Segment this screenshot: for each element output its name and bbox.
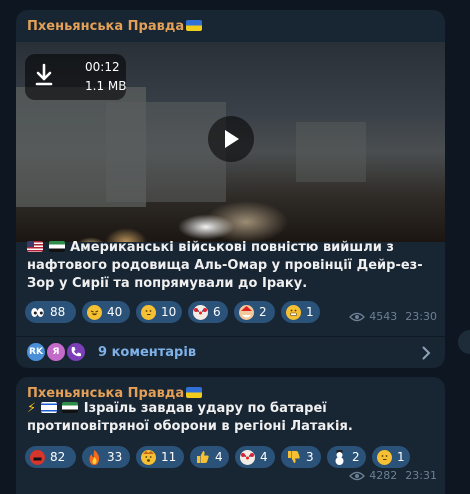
- reaction-count: 4: [215, 450, 223, 464]
- post-meta: 4543 23:30: [349, 310, 437, 323]
- reaction-count: 2: [352, 450, 360, 464]
- avatar-initials: Я: [52, 347, 60, 357]
- post-text: ⚡ Ізраїль завдав удару по батареї протип…: [27, 400, 435, 436]
- reaction-count: 88: [50, 305, 66, 319]
- reaction-count: 4: [260, 450, 268, 464]
- comments-bar[interactable]: RK Я 9 коментарів: [16, 336, 445, 368]
- reaction-chip[interactable]: 3: [281, 446, 321, 468]
- ukraine-flag-icon: [186, 20, 203, 31]
- snowman-emoji-icon: [332, 449, 347, 465]
- grin-emoji-icon: [286, 304, 301, 320]
- lightning-icon: ⚡: [27, 401, 37, 416]
- channel-name-header[interactable]: Пхеньянська Правда: [27, 386, 203, 401]
- post-time: 23:30: [405, 310, 437, 323]
- reaction-chip[interactable]: 1: [372, 446, 410, 468]
- download-icon[interactable]: [33, 62, 55, 88]
- eyes-emoji-icon: [30, 305, 45, 320]
- reaction-chip[interactable]: 1: [281, 301, 320, 323]
- post-time: 23:31: [405, 469, 437, 482]
- reaction-count: 3: [306, 450, 314, 464]
- post-text: Американські військові повністю вийшли з…: [27, 239, 435, 293]
- fire-emoji-icon: [87, 449, 102, 465]
- video-size: 1.1 MB: [85, 79, 127, 93]
- reaction-count: 82: [50, 450, 66, 464]
- thumbs-down-emoji-icon: [286, 450, 301, 465]
- rofl-emoji-icon: [87, 304, 102, 320]
- clown-emoji-icon: [240, 449, 255, 465]
- avatar-initials: RK: [29, 347, 43, 357]
- reaction-chip[interactable]: 82: [25, 446, 76, 468]
- swearing-emoji-icon: [30, 449, 45, 465]
- reaction-chip[interactable]: 6: [188, 301, 228, 323]
- syria-flag-icon: [62, 402, 79, 413]
- post-message: Американські військові повністю вийшли з…: [27, 240, 423, 291]
- reaction-chip[interactable]: 40: [82, 301, 130, 323]
- reaction-count: 11: [161, 450, 177, 464]
- reaction-chip[interactable]: 11: [136, 446, 184, 468]
- reaction-chip[interactable]: 88: [25, 301, 76, 323]
- ukraine-flag-icon: [186, 387, 203, 398]
- channel-post: Пхеньянська Правда ⚡ Ізраїль завдав удар…: [16, 377, 445, 494]
- post-meta: 4282 23:31: [349, 469, 437, 482]
- reaction-count: 2: [259, 305, 267, 319]
- thumbs-up-emoji-icon: [195, 450, 210, 465]
- share-button[interactable]: [458, 330, 470, 354]
- reaction-chip[interactable]: 4: [235, 446, 275, 468]
- reaction-count: 1: [306, 305, 314, 319]
- view-count: 4543: [369, 310, 398, 323]
- channel-name[interactable]: Пхеньянська Правда: [27, 386, 184, 401]
- play-button[interactable]: [208, 116, 254, 162]
- commenter-avatar: RK: [25, 341, 47, 363]
- usa-flag-icon: [27, 241, 43, 252]
- video-duration: 00:12: [85, 60, 120, 74]
- channel-name[interactable]: Пхеньянська Правда: [27, 19, 184, 34]
- commenter-avatar: [65, 341, 87, 363]
- reaction-count: 33: [107, 450, 123, 464]
- clown-emoji-icon: [193, 304, 208, 320]
- reaction-chip[interactable]: 2: [327, 446, 366, 468]
- eye-icon: [349, 312, 366, 321]
- reaction-chip[interactable]: 2: [234, 301, 275, 323]
- chevron-right-icon[interactable]: [422, 346, 431, 360]
- reaction-count: 10: [161, 305, 177, 319]
- thinking-emoji-icon: [141, 304, 156, 320]
- reaction-count: 40: [107, 305, 123, 319]
- reaction-chip[interactable]: 33: [82, 446, 130, 468]
- channel-name-header[interactable]: Пхеньянська Правда: [27, 19, 203, 34]
- reaction-chip[interactable]: 10: [136, 301, 182, 323]
- syria-flag-icon: [48, 241, 65, 252]
- download-badge[interactable]: 00:12 1.1 MB: [25, 54, 126, 100]
- eye-icon: [349, 471, 366, 480]
- thinking-emoji-icon: [377, 449, 392, 465]
- santa-emoji-icon: [239, 304, 254, 320]
- reaction-count: 1: [397, 450, 405, 464]
- phone-icon: [71, 347, 81, 357]
- video-preview[interactable]: 00:12 1.1 MB: [16, 42, 445, 242]
- channel-post: Пхеньянська Правда 00:12 1.1 MB Американ…: [16, 10, 445, 368]
- reaction-chip[interactable]: 4: [190, 446, 229, 468]
- view-count: 4282: [369, 469, 398, 482]
- mind-blown-emoji-icon: [141, 449, 156, 465]
- play-icon: [225, 130, 239, 148]
- reaction-count: 6: [213, 305, 221, 319]
- commenter-avatar: Я: [45, 341, 67, 363]
- israel-flag-icon: [40, 402, 57, 413]
- comments-count-link[interactable]: 9 коментарів: [98, 345, 196, 360]
